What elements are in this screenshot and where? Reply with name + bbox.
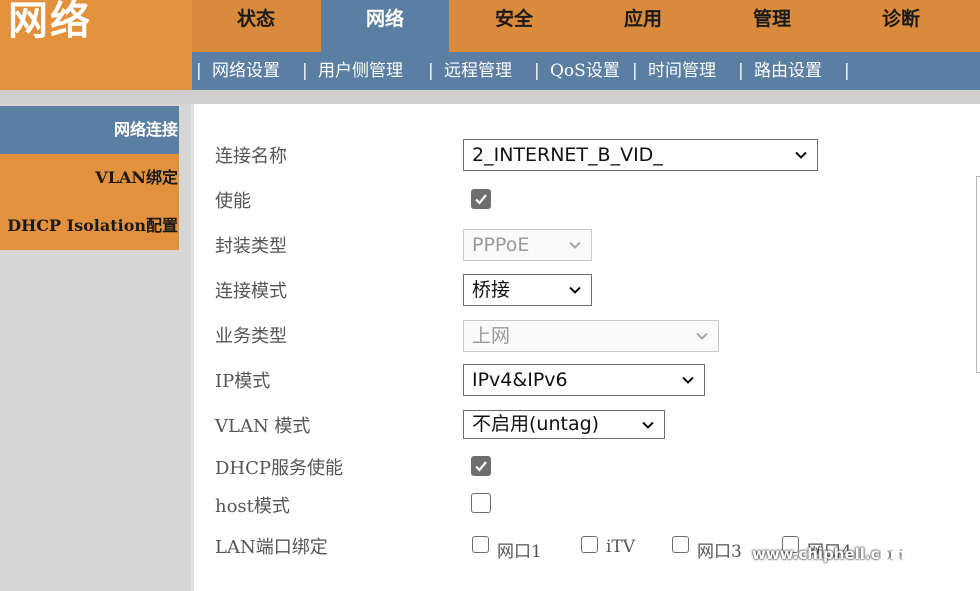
tab-status[interactable]: 状态 (192, 0, 320, 52)
encapsulation-label: 封装类型 (215, 236, 287, 257)
sidebar-item-network-connection[interactable]: 网络连接 (0, 106, 179, 154)
subnav-remote[interactable]: 远程管理 (444, 52, 512, 90)
connection-mode-select[interactable]: 桥接 (463, 274, 592, 306)
itv-label: iTV (606, 537, 636, 557)
top-nav: 状态 网络 安全 应用 管理 诊断 (192, 0, 980, 52)
sub-nav: | 网络设置 | 用户侧管理 | 远程管理 | QoS设置 | 时间管理 | 路… (192, 52, 980, 90)
host-mode-checkbox[interactable] (471, 493, 491, 513)
service-type-select[interactable]: 上网 (463, 320, 719, 352)
tab-management[interactable]: 管理 (708, 0, 836, 52)
ip-mode-label: IP模式 (215, 371, 271, 392)
vlan-mode-label: VLAN 模式 (215, 416, 311, 437)
ip-mode-select[interactable]: IPv4&IPv6 (463, 364, 705, 396)
port3-checkbox[interactable] (672, 536, 689, 553)
subnav-time[interactable]: 时间管理 (648, 52, 716, 90)
port1-checkbox[interactable] (472, 536, 489, 553)
host-mode-label: host模式 (215, 496, 290, 517)
sidebar-item-dhcp-isolation[interactable]: DHCP Isolation配置 (0, 202, 179, 250)
ip-mode-value: IPv4&IPv6 (472, 369, 568, 391)
scrollbar[interactable] (976, 176, 980, 373)
itv-checkbox[interactable] (581, 536, 598, 553)
logo-area: 网络 (0, 0, 192, 90)
connection-name-select[interactable]: 2_INTERNET_B_VID_ (463, 139, 818, 171)
subnav-separator: | (534, 61, 540, 81)
section-title: 网络 (8, 0, 92, 44)
header-divider (0, 90, 980, 104)
enable-label: 使能 (215, 191, 251, 212)
chevron-down-icon (696, 332, 708, 340)
chevron-down-icon (795, 151, 807, 159)
chiphell-logo (880, 476, 958, 572)
lan-binding-label: LAN端口绑定 (215, 537, 328, 558)
checkmark-icon (475, 194, 487, 205)
connection-name-label: 连接名称 (215, 146, 287, 167)
sidebar-divider (191, 104, 194, 591)
port3-label: 网口3 (697, 542, 742, 562)
sidebar-item-label: VLAN绑定 (95, 168, 178, 187)
sidebar-item-label: 网络连接 (113, 120, 178, 139)
subnav-separator: | (844, 61, 850, 81)
dhcp-service-label: DHCP服务使能 (215, 458, 344, 479)
sidebar: 网络连接 VLAN绑定 DHCP Isolation配置 (0, 104, 192, 591)
connection-mode-value: 桥接 (472, 279, 511, 301)
subnav-route[interactable]: 路由设置 (754, 52, 822, 90)
encapsulation-value: PPPoE (472, 234, 530, 256)
dhcp-service-checkbox[interactable] (471, 456, 491, 476)
sidebar-item-label: DHCP Isolation配置 (7, 216, 178, 235)
tab-application[interactable]: 应用 (579, 0, 707, 52)
vlan-mode-value: 不启用(untag) (472, 413, 600, 435)
tab-security[interactable]: 安全 (450, 0, 578, 52)
subnav-qos[interactable]: QoS设置 (550, 52, 620, 90)
subnav-separator: | (302, 61, 308, 81)
sidebar-item-vlan-binding[interactable]: VLAN绑定 (0, 154, 179, 202)
tab-diagnostics[interactable]: 诊断 (837, 0, 965, 52)
chevron-down-icon (569, 286, 581, 294)
subnav-separator: | (196, 61, 202, 81)
service-type-label: 业务类型 (215, 326, 287, 347)
chevron-down-icon (642, 421, 654, 429)
subnav-separator: | (428, 61, 434, 81)
subnav-separator: | (632, 61, 638, 81)
subnav-user-side[interactable]: 用户侧管理 (318, 52, 403, 90)
service-type-value: 上网 (472, 325, 511, 347)
subnav-network-settings[interactable]: 网络设置 (212, 52, 280, 90)
enable-checkbox[interactable] (471, 189, 491, 209)
connection-name-value: 2_INTERNET_B_VID_ (472, 144, 663, 166)
connection-mode-label: 连接模式 (215, 281, 287, 302)
encapsulation-select[interactable]: PPPoE (463, 229, 592, 261)
tab-network[interactable]: 网络 (321, 0, 449, 52)
chevron-down-icon (682, 376, 694, 384)
vlan-mode-select[interactable]: 不启用(untag) (463, 410, 665, 439)
port1-label: 网口1 (497, 542, 542, 562)
checkmark-icon (475, 461, 487, 472)
chevron-down-icon (569, 241, 581, 249)
subnav-separator: | (738, 61, 744, 81)
